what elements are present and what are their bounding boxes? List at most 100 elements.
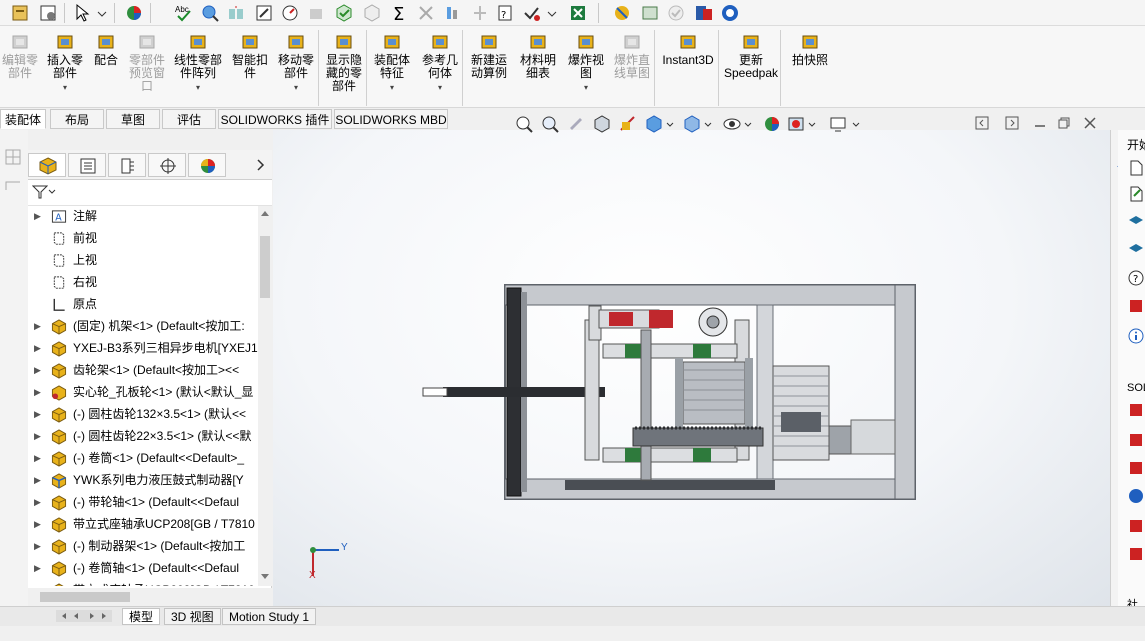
expand-arrow-icon[interactable]: ▶ [34, 365, 41, 376]
tab-property-manager[interactable] [68, 153, 106, 177]
sw-add-in-icon[interactable] [1128, 402, 1144, 418]
sw-add-in-icon[interactable] [1128, 518, 1144, 534]
section-view-icon[interactable] [592, 114, 612, 134]
expand-arrow-icon[interactable]: ▶ [34, 475, 41, 486]
reference-geometry-button[interactable]: 参考几 何体 ▾ [416, 30, 464, 94]
expand-arrow-icon[interactable]: ▶ [34, 343, 41, 354]
scroll-up-icon[interactable] [261, 210, 269, 216]
appearance-icon[interactable] [124, 3, 144, 23]
tree-item[interactable]: ▶ 带立式座轴承UCP208[GB / T7810 [28, 514, 258, 536]
edit-appearance-icon[interactable] [762, 114, 782, 134]
tab-assembly[interactable]: 装配体 [0, 109, 46, 129]
sketch-line-icon[interactable] [4, 176, 22, 194]
restore-icon[interactable] [1057, 116, 1071, 130]
graphics-area[interactable]: Y X [273, 130, 1110, 606]
tree-item[interactable]: 原点 [28, 294, 258, 316]
tab-feature-manager[interactable] [28, 153, 66, 177]
tab-evaluate[interactable]: 评估 [162, 109, 216, 129]
tree-horizontal-scrollbar[interactable] [28, 588, 272, 606]
snapshot-button[interactable]: 拍快照 [782, 30, 838, 67]
dynamic-annotation-icon[interactable] [618, 114, 638, 134]
display-style-icon[interactable] [682, 114, 702, 134]
close-icon[interactable] [1083, 116, 1097, 130]
expand-arrow-icon[interactable]: ▶ [34, 387, 41, 398]
open-document-icon[interactable] [1128, 186, 1144, 202]
apply-scene-icon[interactable] [786, 114, 806, 134]
expand-arrow-icon[interactable]: ▶ [34, 497, 41, 508]
check-icon[interactable] [362, 3, 382, 23]
spell-check-icon[interactable]: Abc [174, 3, 194, 23]
sw-add-in-icon[interactable] [1128, 546, 1144, 562]
expand-arrow-icon[interactable]: ▶ [34, 211, 41, 222]
help-icon[interactable]: ? [1128, 270, 1144, 286]
info-icon[interactable] [1128, 328, 1144, 344]
smart-fasteners-button[interactable]: 智能扣 件 [228, 30, 272, 80]
expand-arrow-icon[interactable]: ▶ [34, 321, 41, 332]
tree-item[interactable]: ▶ (-) 圆柱齿轮132×3.5<1> (默认<< [28, 404, 258, 426]
tree-item[interactable]: ▶ 齿轮架<1> (Default<按加工><< [28, 360, 258, 382]
assembly-features-button[interactable]: 装配体 特征 ▾ [368, 30, 416, 94]
component-preview-button[interactable]: 零部件 预览窗 口 [124, 30, 170, 93]
tab-display-manager[interactable] [188, 153, 226, 177]
tree-item[interactable]: 上视 [28, 250, 258, 272]
sketch-grid-icon[interactable] [4, 148, 22, 166]
tab-model[interactable]: 模型 [122, 608, 161, 625]
tree-item[interactable]: ▶ (-) 圆柱齿轮22×3.5<1> (默认<<默 [28, 426, 258, 448]
assembly-model-view[interactable] [273, 130, 1110, 606]
new-document-icon[interactable] [1128, 160, 1144, 176]
chevron-down-icon[interactable] [96, 3, 108, 23]
compare-icon[interactable]: ? [496, 3, 516, 23]
tutorial-icon[interactable] [1128, 242, 1144, 258]
linear-pattern-button[interactable]: 线性零部 件阵列 ▾ [168, 30, 228, 94]
tools-icon[interactable] [612, 3, 632, 23]
filter-icon[interactable] [32, 184, 48, 200]
chevron-down-icon[interactable]: ▾ [40, 81, 90, 94]
tree-item[interactable]: ▶ (-) 带轮轴<1> (Default<<Defaul [28, 492, 258, 514]
tree-item[interactable]: ▶ 实心轮_孔板轮<1> (默认<默认_显 [28, 382, 258, 404]
tree-item[interactable]: ▶ (-) 卷筒<1> (Default<<Default>_ [28, 448, 258, 470]
tab-dimxpert-manager[interactable] [148, 153, 186, 177]
tree-item[interactable]: ▶ A 注解 [28, 206, 258, 228]
chevron-right-icon[interactable] [256, 158, 266, 172]
interference-check-icon[interactable] [200, 3, 220, 23]
previous-view-icon[interactable] [566, 114, 586, 134]
move-component-button[interactable]: 移动零 部件 ▾ [272, 30, 320, 94]
symmetry-check-icon[interactable] [470, 3, 490, 23]
show-hidden-button[interactable]: 显示隐 藏的零 部件 [320, 30, 368, 93]
expand-arrow-icon[interactable]: ▶ [34, 541, 41, 552]
scroll-down-icon[interactable] [261, 574, 269, 580]
expand-arrow-icon[interactable]: ▶ [34, 431, 41, 442]
sum-icon[interactable]: Σ [390, 3, 410, 23]
scroll-thumb[interactable] [260, 236, 270, 298]
check-active-doc-icon[interactable] [522, 3, 542, 23]
tab-3d-views[interactable]: 3D 视图 [164, 608, 221, 625]
performance-icon[interactable] [442, 3, 462, 23]
exploded-view-button[interactable]: 爆炸视 图 ▾ [562, 30, 610, 94]
tree-item[interactable]: ▶ (-) 卷筒轴<1> (Default<<Defaul [28, 558, 258, 580]
minimize-icon[interactable] [1033, 116, 1047, 130]
chevron-down-icon[interactable] [48, 188, 56, 196]
sw-add-in-icon[interactable] [1128, 460, 1144, 476]
explode-line-sketch-button[interactable]: 爆炸直 线草图 [608, 30, 656, 80]
speedpak-button[interactable]: 更新 Speedpak [720, 30, 782, 80]
chevron-down-icon[interactable]: ▾ [168, 81, 228, 94]
tutorial-icon[interactable] [1128, 214, 1144, 230]
view-orientation-icon[interactable] [644, 114, 664, 134]
section-properties-icon[interactable] [334, 3, 354, 23]
hide-show-items-icon[interactable] [722, 114, 742, 134]
expand-arrow-icon[interactable]: ▶ [34, 563, 41, 574]
properties-icon[interactable] [10, 3, 30, 23]
clearance-icon[interactable] [226, 3, 246, 23]
expand-arrow-icon[interactable]: ▶ [34, 409, 41, 420]
chevron-down-icon[interactable] [852, 121, 860, 129]
chevron-down-icon[interactable]: ▾ [368, 81, 416, 94]
tab-configuration-manager[interactable] [108, 153, 146, 177]
tree-item[interactable]: ▶ YWK系列电力液压鼓式制动器[Y [28, 470, 258, 492]
tree-item[interactable]: 前视 [28, 228, 258, 250]
tab-motion-study[interactable]: Motion Study 1 [222, 608, 317, 625]
chevron-down-icon[interactable]: ▾ [562, 81, 610, 94]
chevron-down-icon[interactable] [704, 121, 712, 129]
bom-button[interactable]: 材料明 细表 [514, 30, 562, 80]
sw-resources-icon[interactable] [720, 3, 740, 23]
next-window-icon[interactable] [1005, 116, 1019, 130]
